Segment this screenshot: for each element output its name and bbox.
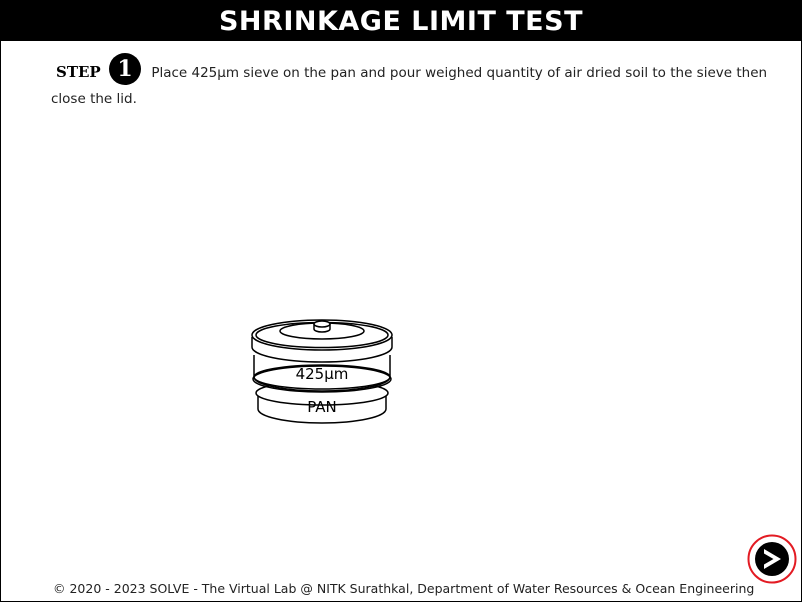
sieve-pan-assembly[interactable]: 425µm PAN <box>248 311 396 431</box>
lab-frame: SHRINKAGE LIMIT TEST STEP 1 Place 425µm … <box>0 0 802 602</box>
next-arrow-icon <box>755 542 789 576</box>
step-label: STEP <box>56 63 101 81</box>
page-title: SHRINKAGE LIMIT TEST <box>1 1 801 41</box>
sieve-label: 425µm <box>296 365 349 383</box>
step-instruction-text: Place 425µm sieve on the pan and pour we… <box>51 65 768 107</box>
step-number-badge: 1 <box>109 53 142 85</box>
next-step-button[interactable] <box>747 534 797 584</box>
footer-copyright: © 2020 - 2023 SOLVE - The Virtual Lab @ … <box>53 581 755 596</box>
pan-label: PAN <box>307 398 337 416</box>
lid-knob-top <box>313 320 331 328</box>
step-instruction: STEP 1 Place 425µm sieve on the pan and … <box>51 53 796 110</box>
